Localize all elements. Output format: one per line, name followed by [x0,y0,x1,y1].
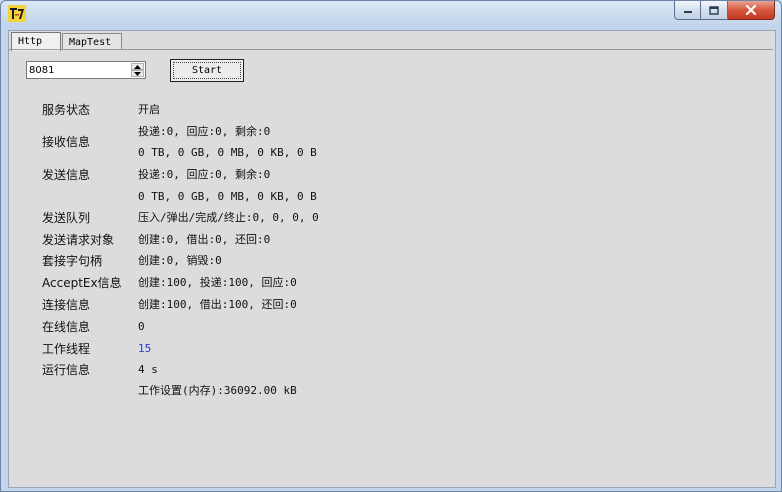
send-queue-label: 发送队列 [42,211,91,225]
send-info-label: 发送信息 [42,168,91,182]
memory-value: 工作设置(内存):36092.00 kB [138,384,297,397]
socket-handle-label: 套接字句柄 [42,254,103,268]
minimize-button[interactable] [674,1,701,20]
connection-label: 连接信息 [42,298,91,312]
worker-threads-value: 15 [138,342,152,355]
socket-handle-value: 创建:0, 销毁:0 [138,254,222,267]
runtime-value: 4 s [138,363,158,376]
spin-up-button[interactable] [131,63,144,70]
spin-buttons [131,63,144,77]
online-label: 在线信息 [42,320,91,334]
receive-bytes-value: 0 TB, 0 GB, 0 MB, 0 KB, 0 B [138,146,317,159]
port-input[interactable] [29,62,125,78]
receive-info-value: 投递:0, 回应:0, 剩余:0 [138,125,271,138]
online-value: 0 [138,320,145,333]
app-icon[interactable] [8,5,26,22]
tab-divider [9,49,773,50]
send-info-value: 投递:0, 回应:0, 剩余:0 [138,168,271,181]
port-stepper[interactable] [26,61,146,79]
runtime-label: 运行信息 [42,363,91,377]
minimize-icon [683,11,692,13]
worker-threads-label: 工作线程 [42,342,91,356]
start-button[interactable]: Start [170,59,244,82]
maximize-icon [709,5,719,15]
send-queue-value: 压入/弹出/完成/终止:0, 0, 0, 0 [138,211,319,224]
title-bar[interactable] [1,1,781,25]
close-button[interactable] [728,1,775,20]
connection-value: 创建:100, 借出:100, 还回:0 [138,298,297,311]
triangle-up-icon [134,64,141,69]
send-request-value: 创建:0, 借出:0, 还回:0 [138,233,271,246]
app-window: Http MapTest Start 服务状态 开启 接收信息 投递:0, 回应… [0,0,782,492]
service-status-value: 开启 [138,103,160,116]
start-button-label: Start [173,62,241,79]
send-request-label: 发送请求对象 [42,233,115,247]
service-status-label: 服务状态 [42,103,91,117]
close-icon [745,5,757,15]
tab-maptest[interactable]: MapTest [62,33,122,50]
send-bytes-value: 0 TB, 0 GB, 0 MB, 0 KB, 0 B [138,190,317,203]
receive-info-label: 接收信息 [42,135,91,149]
spin-down-button[interactable] [131,70,144,77]
triangle-down-icon [134,71,141,76]
maximize-button[interactable] [701,1,728,20]
acceptex-label: AcceptEx信息 [42,276,122,290]
client-area: Http MapTest Start 服务状态 开启 接收信息 投递:0, 回应… [8,30,776,488]
acceptex-value: 创建:100, 投递:100, 回应:0 [138,276,297,289]
